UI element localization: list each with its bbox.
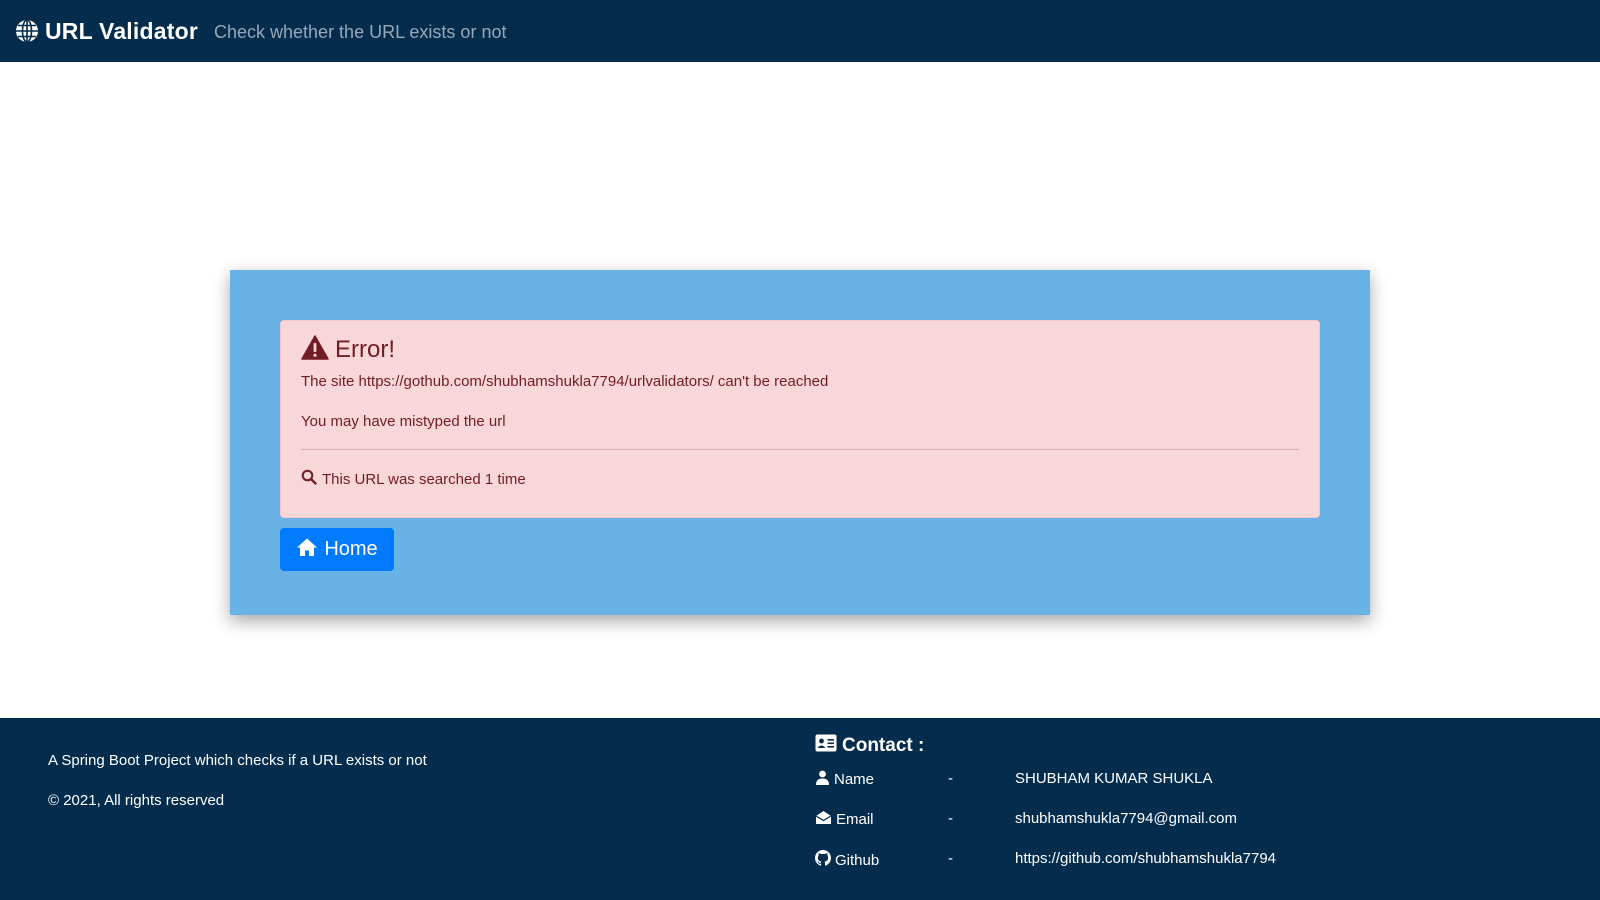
contact-separator: - (948, 850, 953, 867)
home-button[interactable]: Home (280, 528, 394, 571)
contact-row-email: Email - shubhamshukla7794@gmail.com (815, 810, 1515, 832)
alert-heading: Error! (301, 335, 395, 365)
contact-name-value: SHUBHAM KUMAR SHUKLA (1015, 770, 1213, 787)
globe-icon (15, 19, 39, 43)
search-count-text: This URL was searched 1 time (322, 470, 526, 488)
contact-separator: - (948, 770, 953, 787)
contact-row-github: Github - https://github.com/shubhamshukl… (815, 850, 1515, 872)
alert-divider (301, 449, 1299, 450)
contact-heading-text: Contact : (842, 735, 925, 756)
contact-github-label-group: Github (815, 850, 879, 870)
contact-name-label: Name (834, 771, 875, 788)
contact-name-label-group: Name (815, 770, 874, 789)
contact-email-label: Email (836, 811, 874, 828)
github-icon (815, 850, 835, 870)
home-icon (296, 537, 324, 563)
contact-separator: - (948, 810, 953, 827)
contact-github-value[interactable]: https://github.com/shubhamshukla7794 (1015, 850, 1276, 867)
contact-row-name: Name - SHUBHAM KUMAR SHUKLA (815, 770, 1515, 792)
brand-title: URL Validator (45, 17, 198, 44)
navbar: URL Validator Check whether the URL exis… (0, 0, 1600, 62)
contact-github-label: Github (835, 851, 880, 869)
brand-link[interactable]: URL Validator (15, 18, 198, 45)
result-card: Error! The site https://gothub.com/shubh… (230, 270, 1370, 615)
error-message: The site https://gothub.com/shubhamshukl… (301, 373, 829, 390)
contact-card-icon (815, 734, 842, 758)
user-icon (815, 770, 834, 789)
footer: A Spring Boot Project which checks if a … (0, 718, 1600, 900)
footer-copyright: © 2021, All rights reserved (48, 792, 225, 809)
error-alert: Error! The site https://gothub.com/shubh… (280, 320, 1320, 518)
contact-email-label-group: Email (815, 810, 874, 829)
error-hint: You may have mistyped the url (301, 413, 506, 430)
contact-email-value[interactable]: shubhamshukla7794@gmail.com (1015, 810, 1237, 827)
contact-heading: Contact : (815, 734, 924, 758)
home-button-label: Home (324, 538, 378, 560)
search-count: This URL was searched 1 time (301, 469, 526, 489)
search-icon (301, 469, 322, 489)
alert-title: Error! (335, 336, 395, 363)
brand-tagline: Check whether the URL exists or not (214, 21, 507, 42)
footer-about: A Spring Boot Project which checks if a … (48, 752, 427, 769)
warning-icon (301, 335, 329, 365)
envelope-icon (815, 810, 836, 829)
